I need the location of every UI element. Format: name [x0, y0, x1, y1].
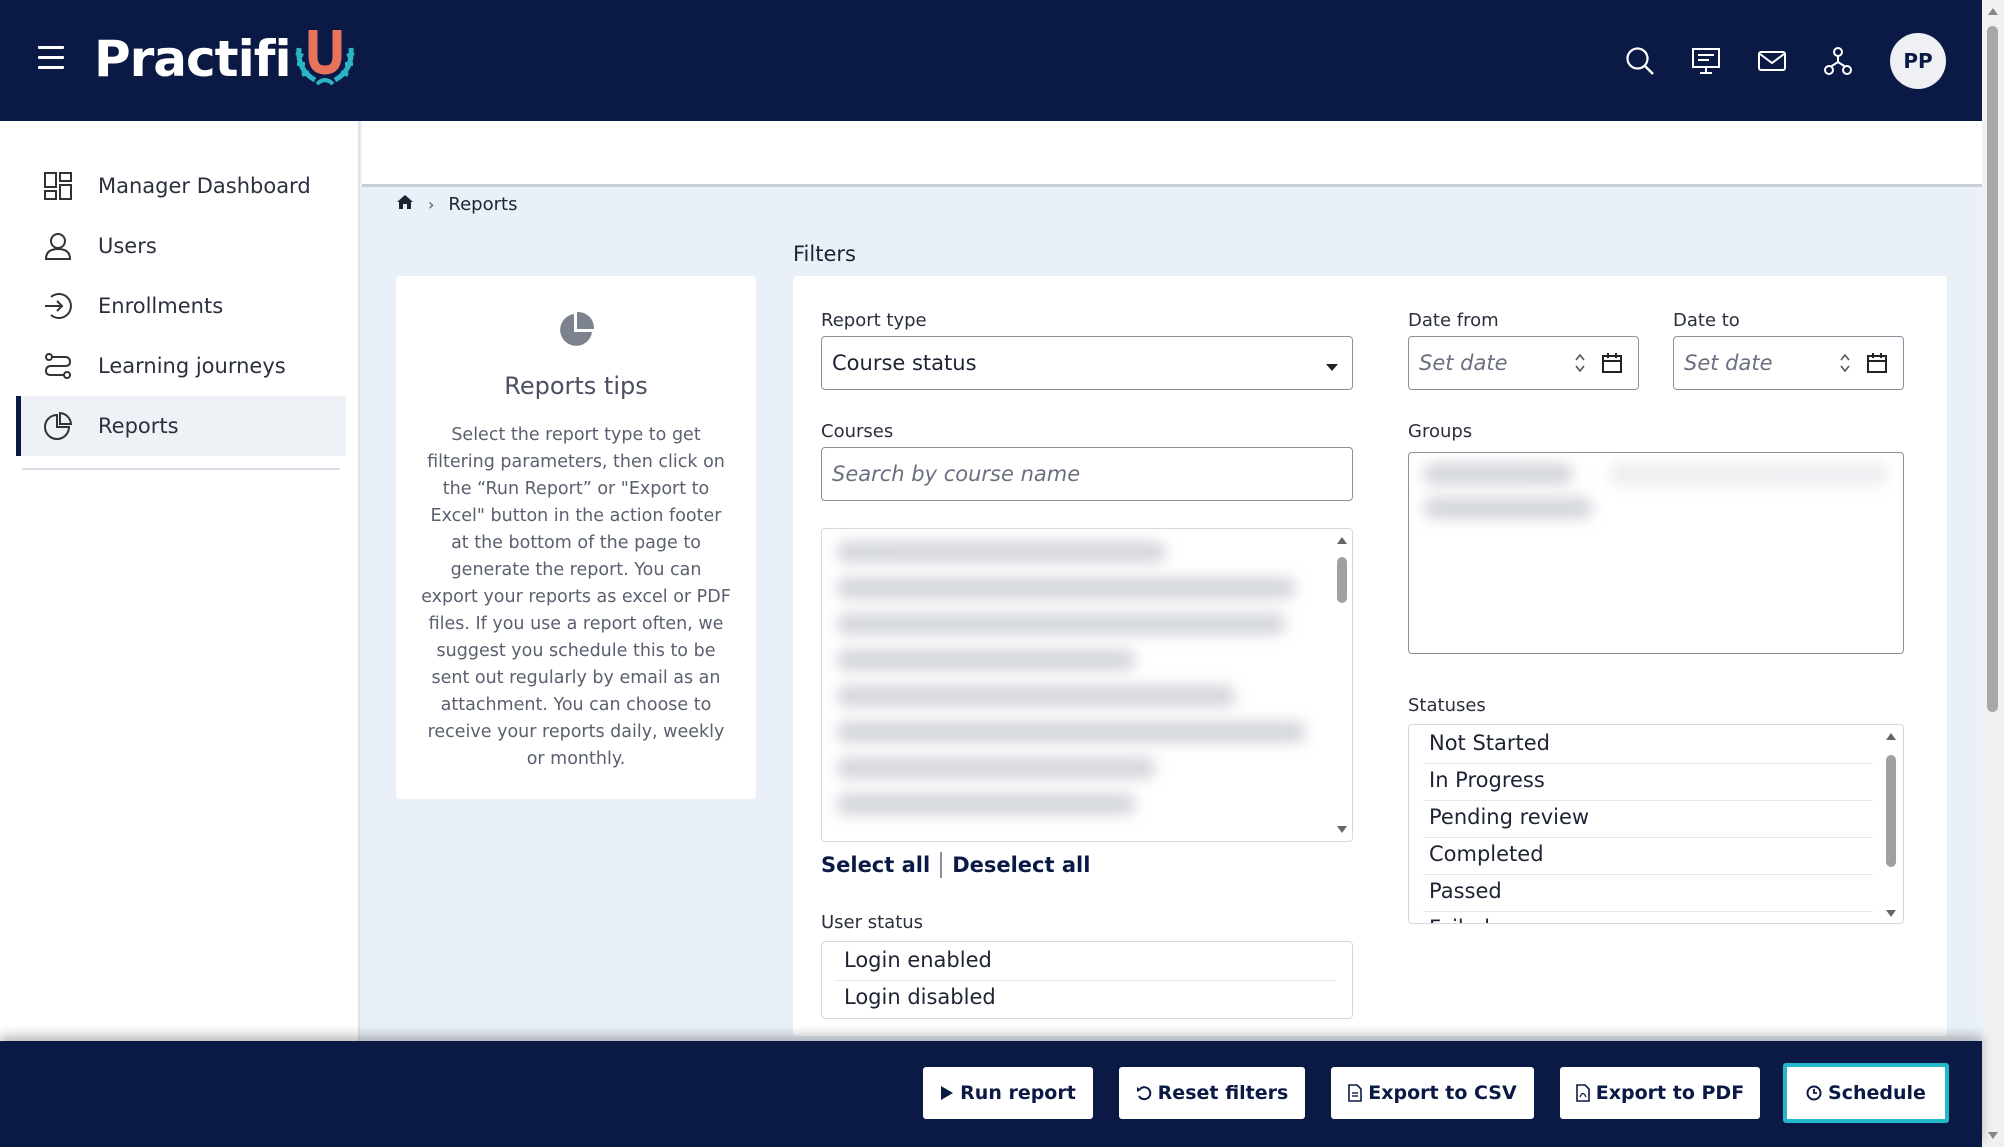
sidebar: Manager Dashboard Users Enrollments Lear… [0, 121, 360, 1041]
dashboard-icon [40, 168, 76, 204]
groups-label: Groups [1408, 421, 1473, 442]
page-scrollbar[interactable] [1982, 0, 2004, 1147]
pie-chart-icon [556, 310, 596, 354]
chevron-down-icon [1326, 364, 1338, 371]
export-pdf-label: Export to PDF [1595, 1082, 1745, 1104]
pie-chart-icon [40, 408, 76, 444]
sidebar-item-users[interactable]: Users [16, 216, 346, 276]
top-bar: Practifi PP [0, 0, 1982, 121]
run-report-button[interactable]: Run report [923, 1067, 1093, 1119]
date-to-input[interactable]: Set date [1673, 336, 1904, 390]
deselect-all-link[interactable]: Deselect all [952, 853, 1090, 877]
courses-label: Courses [821, 421, 894, 442]
pdf-file-icon [1575, 1084, 1590, 1102]
file-icon [1348, 1084, 1363, 1102]
logo[interactable]: Practifi [94, 26, 357, 92]
presentation-icon[interactable] [1686, 41, 1726, 81]
sidebar-item-reports[interactable]: Reports [16, 396, 346, 456]
date-to-label: Date to [1673, 310, 1740, 331]
sidebar-item-enrollments[interactable]: Enrollments [16, 276, 346, 336]
report-type-label: Report type [821, 310, 927, 331]
spinner-icon[interactable] [1839, 350, 1851, 376]
sidebar-item-manager-dashboard[interactable]: Manager Dashboard [16, 156, 346, 216]
date-from-input[interactable]: Set date [1408, 336, 1639, 390]
reset-filters-label: Reset filters [1157, 1082, 1289, 1104]
journey-icon [40, 348, 76, 384]
spinner-icon[interactable] [1574, 350, 1586, 376]
courses-scrollbar[interactable] [1334, 535, 1350, 835]
page-header [362, 121, 1982, 187]
sidebar-item-label: Manager Dashboard [98, 174, 311, 198]
statuses-scrollbar[interactable] [1883, 731, 1899, 919]
breadcrumb-current: Reports [448, 193, 518, 215]
date-from-label: Date from [1408, 310, 1499, 331]
avatar[interactable]: PP [1890, 32, 1946, 89]
status-option[interactable]: Failed [1429, 916, 1490, 923]
sidebar-item-label: Users [98, 234, 157, 258]
breadcrumb-separator: › [428, 194, 435, 214]
play-icon [940, 1085, 954, 1101]
schedule-label: Schedule [1828, 1082, 1926, 1104]
org-chart-icon[interactable] [1818, 41, 1858, 81]
tips-title: Reports tips [504, 372, 648, 400]
groups-list[interactable] [1408, 452, 1904, 654]
sidebar-divider [22, 468, 340, 470]
status-option[interactable]: Pending review [1429, 805, 1589, 829]
calendar-icon[interactable] [1865, 351, 1889, 375]
reset-filters-button[interactable]: Reset filters [1119, 1067, 1305, 1119]
statuses-label: Statuses [1408, 695, 1486, 716]
enroll-icon [40, 288, 76, 324]
run-report-label: Run report [960, 1082, 1076, 1104]
user-status-list[interactable]: Login enabled Login disabled [821, 941, 1353, 1019]
undo-icon [1136, 1085, 1152, 1101]
user-icon [40, 228, 76, 264]
breadcrumb: › Reports [396, 192, 517, 216]
date-from-placeholder: Set date [1419, 351, 1508, 375]
sidebar-item-label: Enrollments [98, 294, 224, 318]
course-search-input[interactable]: Search by course name [821, 447, 1353, 501]
reports-tips-card: Reports tips Select the report type to g… [396, 276, 756, 799]
action-footer: Run report Reset filters Export to CSV E… [0, 1041, 1982, 1147]
user-status-label: User status [821, 912, 924, 933]
date-to-placeholder: Set date [1684, 351, 1773, 375]
sidebar-item-label: Reports [98, 414, 179, 438]
calendar-icon[interactable] [1600, 351, 1624, 375]
statuses-list[interactable]: Not Started In Progress Pending review C… [1408, 724, 1904, 924]
search-icon[interactable] [1620, 41, 1660, 81]
report-type-value: Course status [832, 351, 977, 375]
user-status-option[interactable]: Login enabled [844, 948, 992, 972]
tips-body: Select the report type to get filtering … [421, 425, 731, 769]
sidebar-item-learning-journeys[interactable]: Learning journeys [16, 336, 346, 396]
status-option[interactable]: Not Started [1429, 731, 1550, 755]
clock-icon [1806, 1085, 1822, 1101]
report-type-select[interactable]: Course status [821, 336, 1353, 390]
user-status-option[interactable]: Login disabled [844, 985, 996, 1009]
mail-icon[interactable] [1752, 41, 1792, 81]
sidebar-item-label: Learning journeys [98, 354, 286, 378]
export-csv-label: Export to CSV [1368, 1082, 1517, 1104]
courses-list[interactable] [821, 528, 1353, 842]
selection-links: Select all Deselect all [821, 852, 1090, 878]
status-option[interactable]: In Progress [1429, 768, 1545, 792]
export-pdf-button[interactable]: Export to PDF [1560, 1067, 1760, 1119]
menu-icon[interactable] [38, 46, 64, 72]
course-search-placeholder: Search by course name [832, 462, 1081, 486]
logo-text: Practifi [94, 30, 292, 88]
separator [940, 852, 943, 878]
status-option[interactable]: Completed [1429, 842, 1544, 866]
status-option[interactable]: Passed [1429, 879, 1502, 903]
logo-mark [293, 26, 357, 92]
home-icon[interactable] [396, 194, 414, 215]
schedule-button[interactable]: Schedule [1783, 1063, 1949, 1123]
select-all-link[interactable]: Select all [821, 853, 930, 877]
filters-title: Filters [793, 242, 856, 266]
export-csv-button[interactable]: Export to CSV [1331, 1067, 1534, 1119]
